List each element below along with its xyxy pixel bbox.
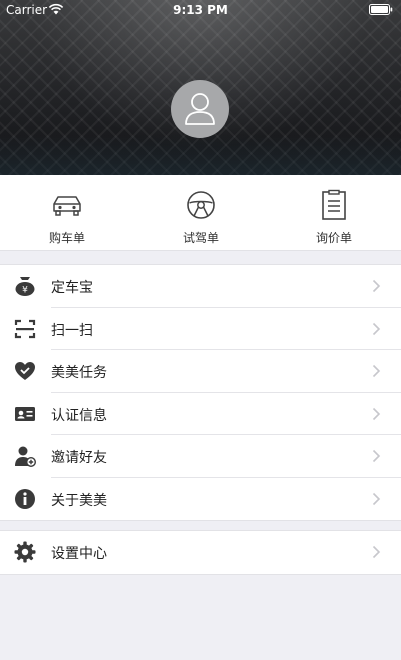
menu-label: 设置中心: [51, 546, 107, 562]
test-drive-order-label: 试驾单: [182, 231, 219, 245]
menu-item-dingchebao[interactable]: ¥ 定车宝: [0, 265, 401, 308]
status-bar: Carrier 9:13 PM: [0, 0, 401, 20]
heart-icon: [15, 362, 35, 380]
menu-label: 邀请好友: [51, 450, 107, 466]
info-icon: [15, 488, 35, 509]
test-drive-order-button[interactable]: 试驾单: [134, 175, 268, 251]
chevron-right-icon: [372, 492, 381, 505]
chevron-right-icon: [372, 407, 381, 420]
money-bag-icon: ¥: [15, 277, 35, 296]
inquiry-order-button[interactable]: 询价单: [267, 175, 401, 251]
main-menu: ¥ 定车宝 扫一扫 美美任务 认证信息 邀请好友 关于美美: [0, 264, 401, 521]
add-user-icon: [15, 446, 36, 467]
gear-icon: [14, 541, 36, 563]
avatar[interactable]: [171, 80, 229, 138]
menu-label: 定车宝: [51, 280, 93, 296]
quick-actions: 购车单 试驾单 询价单: [0, 175, 401, 251]
user-placeholder-icon: [185, 93, 215, 125]
chevron-right-icon: [372, 364, 381, 378]
chevron-right-icon: [372, 449, 381, 463]
menu-item-meimei-tasks[interactable]: 美美任务: [0, 350, 401, 393]
clipboard-icon: [322, 189, 346, 220]
profile-header: Carrier 9:13 PM: [0, 0, 401, 175]
car-icon: [53, 196, 81, 216]
settings-section: 设置中心: [0, 530, 401, 575]
steering-wheel-icon: [187, 191, 215, 219]
inquiry-order-label: 询价单: [315, 231, 352, 245]
purchase-order-label: 购车单: [48, 231, 85, 245]
svg-text:¥: ¥: [22, 286, 28, 296]
scan-icon: [14, 319, 36, 338]
menu-item-invite-friends[interactable]: 邀请好友: [0, 435, 401, 478]
menu-label: 美美任务: [51, 365, 107, 381]
menu-label: 扫一扫: [51, 322, 93, 339]
menu-item-verification-info[interactable]: 认证信息: [0, 393, 401, 435]
chevron-right-icon: [372, 545, 381, 559]
menu-item-scan[interactable]: 扫一扫: [0, 308, 401, 350]
chevron-right-icon: [372, 279, 381, 293]
battery-icon: [369, 4, 393, 15]
menu-label: 关于美美: [51, 492, 107, 509]
id-card-icon: [15, 406, 35, 421]
menu-label: 认证信息: [51, 407, 107, 424]
status-time: 9:13 PM: [173, 3, 228, 17]
chevron-right-icon: [372, 322, 381, 335]
menu-item-settings[interactable]: 设置中心: [0, 531, 401, 574]
purchase-order-button[interactable]: 购车单: [0, 175, 134, 251]
menu-item-about-meimei[interactable]: 关于美美: [0, 478, 401, 521]
